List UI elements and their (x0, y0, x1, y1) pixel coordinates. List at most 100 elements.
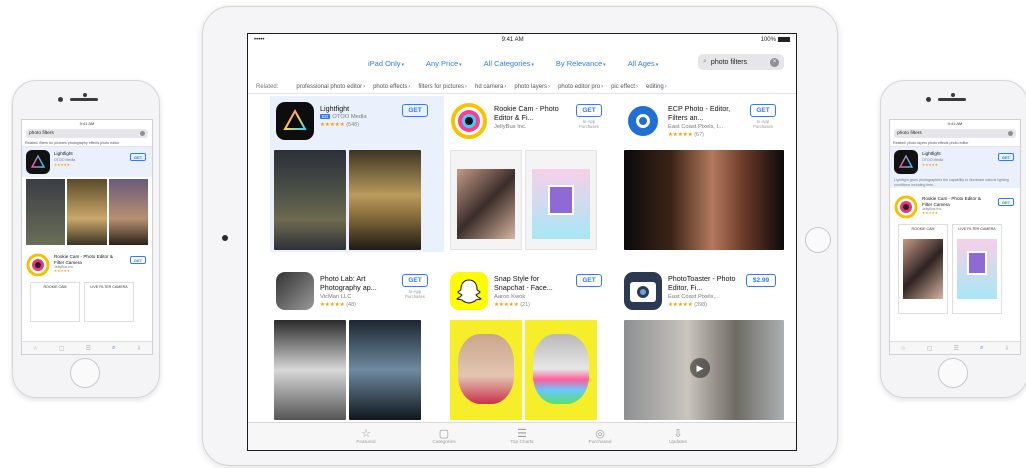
app-developer: ED OTOO Media (320, 114, 367, 120)
app-result-rookie-cam[interactable]: Rookie Cam - Photo Editor & Fi... JellyB… (444, 96, 618, 252)
updates-tab-icon[interactable]: ⇩ (1004, 345, 1009, 352)
tag-label: hd camera (475, 83, 504, 90)
filter-label: Any Price (426, 58, 459, 68)
related-tag[interactable]: photo editor pro› (558, 84, 603, 90)
related-tag[interactable]: pic effect› (611, 84, 638, 90)
ecp-photo-app-icon (624, 102, 662, 140)
app-screenshot (450, 150, 522, 250)
get-button[interactable]: GET (576, 274, 602, 287)
price-button[interactable]: $2.99 (746, 274, 776, 287)
home-button[interactable] (70, 358, 100, 388)
clear-search-icon[interactable] (1008, 131, 1013, 136)
app-screenshot (26, 179, 66, 245)
get-button[interactable]: GET (130, 256, 146, 264)
status-time: 9:41 AM (501, 37, 524, 43)
filter-device[interactable]: iPad Only▾ (368, 59, 404, 68)
app-rating: ★★★★★ (398) (668, 302, 707, 308)
app-result-snap-style[interactable]: Snap Style for Snapchat - Face... Aaron … (444, 266, 618, 422)
related-tag[interactable]: professional photo editor› (296, 84, 365, 90)
get-button[interactable]: GET (402, 274, 428, 287)
categories-icon: ▢ (438, 428, 450, 440)
get-button[interactable]: GET (998, 153, 1014, 161)
related-tag[interactable]: editing› (646, 84, 667, 90)
app-result-lightfight[interactable]: Lightfight ED OTOO Media ★★★★★ (548) GET (270, 96, 444, 252)
app-screenshot (67, 179, 107, 245)
tab-updates[interactable]: ⇩ Updates (656, 428, 700, 445)
get-button[interactable]: GET (130, 153, 146, 161)
get-button[interactable]: GET (576, 104, 602, 117)
tag-label: professional photo editor (296, 83, 363, 90)
tag-label: photo effects (373, 83, 408, 90)
rating-count: (67) (694, 132, 704, 138)
related-tag[interactable]: photo layers› (514, 84, 550, 90)
tab-top-charts[interactable]: ☰ Top Charts (500, 428, 544, 445)
get-button[interactable]: GET (402, 104, 428, 117)
app-result-phototoaster[interactable]: PhotoToaster - Photo Editor, Fi... East … (618, 266, 792, 422)
related-tag[interactable]: filters for pictures› (418, 84, 467, 90)
app-title: Rookie Cam - Photo Editor & Filter Camer… (54, 254, 113, 265)
filter-price[interactable]: Any Price▾ (426, 59, 462, 68)
search-input[interactable]: photo filters (894, 129, 1016, 138)
app-result-rookie-cam[interactable]: Rookie Cam - Photo Editor & Filter Camer… (22, 250, 152, 280)
app-title: Snap Style for Snapchat - Face... (494, 274, 553, 292)
app-result-lightfight[interactable]: Lightfight OTOO Media ★★★★★ GET (890, 147, 1020, 177)
app-result-lightfight[interactable]: Lightfight OTOO Media ★★★★★ GET (22, 147, 152, 177)
search-tab-icon[interactable]: ⌕ (112, 345, 115, 352)
app-rating: ★★★★★ (21) (494, 302, 530, 308)
home-button[interactable] (805, 227, 831, 253)
home-button[interactable] (938, 358, 968, 388)
app-developer: East Coast Pixels,... (668, 294, 720, 300)
categories-tab-icon[interactable]: ▢ (59, 345, 65, 352)
star-rating: ★★★★★ (320, 122, 345, 128)
app-description: Lightfight gives photographers the capab… (890, 177, 1020, 189)
iphone-left-screen: 9:41 AM photo filters Related: filters f… (21, 119, 153, 355)
app-developer: OTOO Media (54, 158, 76, 162)
get-button[interactable]: GET (998, 198, 1014, 207)
tab-featured[interactable]: ☆ Featured (344, 428, 388, 445)
app-result-ecp-photo[interactable]: ECP Photo - Editor, Filters an... East C… (618, 96, 792, 252)
search-input[interactable]: ⌕ photo filters × (698, 54, 784, 70)
categories-tab-icon[interactable]: ▢ (927, 345, 933, 352)
app-rating: ★★★★★ (54, 163, 71, 167)
app-rating: ★★★★★ (922, 211, 939, 216)
app-screenshot (450, 320, 522, 420)
clear-search-icon[interactable] (140, 131, 145, 136)
get-button[interactable]: GET (750, 104, 776, 117)
search-tab-icon[interactable]: ⌕ (980, 345, 983, 352)
promo-label: LIVE FILTER CAMERA (958, 227, 996, 232)
related-tag[interactable]: photo effects› (373, 84, 410, 90)
tab-label: Purchased (588, 440, 612, 445)
star-rating: ★★★★★ (668, 302, 693, 308)
filter-sort[interactable]: By Relevance▾ (556, 59, 606, 68)
search-input[interactable]: photo filters (26, 129, 148, 138)
purchased-icon: ◎ (595, 428, 605, 440)
star-rating: ★★★★★ (494, 302, 519, 308)
app-screenshot (108, 179, 148, 245)
app-rating: ★★★★★ (54, 269, 71, 273)
tab-categories[interactable]: ▢ Categories (422, 428, 466, 445)
related-tag[interactable]: hd camera› (475, 84, 506, 90)
top-charts-tab-icon[interactable]: ☰ (954, 345, 959, 352)
promo-screens: ROOKIE CAM LIVE FILTER CAMERA (22, 280, 152, 324)
filter-age[interactable]: All Ages▾ (628, 59, 659, 68)
play-icon[interactable]: ▶ (690, 358, 710, 378)
earpiece-speaker (70, 98, 98, 101)
tab-purchased[interactable]: ◎ Purchased (578, 428, 622, 445)
tab-bar: ☆ Featured ▢ Categories ☰ Top Charts ◎ Purch… (248, 422, 796, 450)
app-result-photo-lab[interactable]: Photo Lab: Art Photography ap... VicMan … (270, 266, 444, 422)
app-screenshot (624, 150, 784, 250)
related-tags[interactable]: Related: photo layers photo effects phot… (890, 140, 1020, 147)
filter-category[interactable]: All Categories▾ (484, 59, 534, 68)
updates-tab-icon[interactable]: ⇩ (136, 345, 141, 352)
app-title: ECP Photo - Editor, Filters an... (668, 104, 731, 122)
chevron-down-icon: ▾ (531, 61, 534, 68)
featured-tab-icon[interactable]: ☆ (901, 345, 906, 352)
screenshot-strip (22, 177, 152, 247)
featured-tab-icon[interactable]: ☆ (33, 345, 38, 352)
related-tags[interactable]: Related: filters for pictures photograph… (22, 140, 152, 147)
iphone-right-screen: 9:41 AM photo filters Related: photo lay… (889, 119, 1021, 355)
top-charts-tab-icon[interactable]: ☰ (86, 345, 91, 352)
clear-search-icon[interactable]: × (770, 57, 779, 67)
app-rating: ★★★★★ (67) (668, 132, 704, 138)
app-result-rookie-cam[interactable]: Rookie Cam - Photo Editor & Filter Camer… (890, 192, 1020, 222)
